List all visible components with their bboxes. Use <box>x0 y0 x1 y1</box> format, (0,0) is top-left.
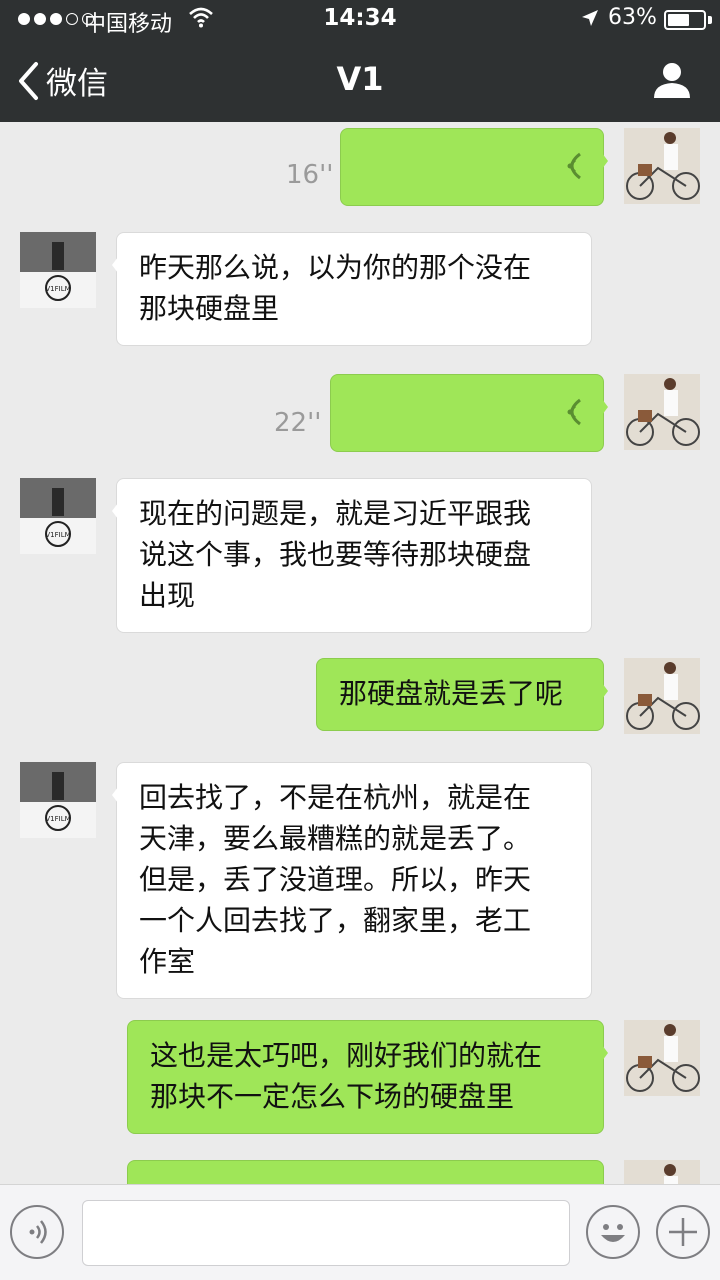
avatar-logo-text: V1FILM <box>45 285 70 293</box>
voice-mode-button[interactable] <box>10 1205 64 1259</box>
my-avatar[interactable] <box>624 128 700 204</box>
contact-avatar[interactable]: V1FILM <box>20 478 96 554</box>
message-line: 那硬盘就是丢了呢 <box>339 677 564 710</box>
message-line: 这也是太巧吧，刚好我们的就在 <box>150 1039 543 1072</box>
location-arrow-icon <box>582 10 598 26</box>
message-line: 回去找了，不是在杭州，就是在 <box>139 781 532 814</box>
contact-text-message[interactable]: 现在的问题是，就是习近平跟我 说这个事，我也要等待那块硬盘 出现 <box>112 478 592 633</box>
message-line: 一个人回去找了，翻家里，老工 <box>139 904 532 937</box>
message-line: 但是，丢了没道理。所以，昨天 <box>139 863 532 896</box>
emoji-icon <box>601 1224 625 1242</box>
contact-text-message[interactable]: 昨天那么说，以为你的那个没在 那块硬盘里 <box>112 232 592 346</box>
contact-avatar[interactable]: V1FILM <box>20 762 96 838</box>
message-line: 昨天那么说，以为你的那个没在 <box>139 251 532 284</box>
contact-text-message[interactable]: 回去找了，不是在杭州，就是在 天津，要么最糟糕的就是丢了。 但是，丢了没道理。所… <box>112 762 592 999</box>
message-line: 说这个事，我也要等待那块硬盘 <box>139 538 532 571</box>
my-voice-message[interactable] <box>340 128 608 206</box>
message-line: 出现 <box>139 579 196 612</box>
message-line: 现在的问题是，就是习近平跟我 <box>139 497 532 530</box>
chat-area[interactable]: 16'' V1FILM 昨天那么说，以为你的那个没在 那块硬盘里 22'' V1… <box>0 122 720 1184</box>
my-voice-message[interactable] <box>330 374 608 452</box>
my-avatar[interactable] <box>624 1160 700 1184</box>
top-bar: 中国移动 14:34 63% 微信 V1 <box>0 0 720 122</box>
voice-wave-icon <box>567 398 581 426</box>
more-button[interactable] <box>656 1205 710 1259</box>
battery-percent: 63% <box>608 5 657 30</box>
voice-duration: 16'' <box>286 160 334 190</box>
my-avatar[interactable] <box>624 658 700 734</box>
person-icon[interactable] <box>652 60 692 100</box>
avatar-logo-text: V1FILM <box>45 815 70 823</box>
plus-icon <box>669 1218 697 1246</box>
my-text-message[interactable] <box>127 1160 604 1184</box>
message-line: 作室 <box>139 945 196 978</box>
my-text-message[interactable]: 这也是太巧吧，刚好我们的就在 那块不一定怎么下场的硬盘里 <box>127 1020 608 1134</box>
message-line: 天津，要么最糟糕的就是丢了。 <box>139 822 532 855</box>
status-bar: 中国移动 14:34 63% <box>0 0 720 40</box>
voice-mode-icon <box>29 1220 47 1244</box>
message-line: 那块不一定怎么下场的硬盘里 <box>150 1080 515 1113</box>
battery-icon <box>664 10 706 30</box>
my-text-message[interactable]: 那硬盘就是丢了呢 <box>316 658 608 731</box>
message-input[interactable] <box>82 1200 570 1266</box>
emoji-button[interactable] <box>586 1205 640 1259</box>
battery-tip <box>708 16 712 24</box>
my-avatar[interactable] <box>624 374 700 450</box>
voice-wave-icon <box>567 152 581 180</box>
contact-avatar[interactable]: V1FILM <box>20 232 96 308</box>
voice-duration: 22'' <box>274 408 322 438</box>
input-bar <box>0 1184 720 1280</box>
chat-title: V1 <box>336 60 384 98</box>
my-avatar[interactable] <box>624 1020 700 1096</box>
avatar-logo-text: V1FILM <box>45 531 70 539</box>
message-line: 那块硬盘里 <box>139 292 280 325</box>
